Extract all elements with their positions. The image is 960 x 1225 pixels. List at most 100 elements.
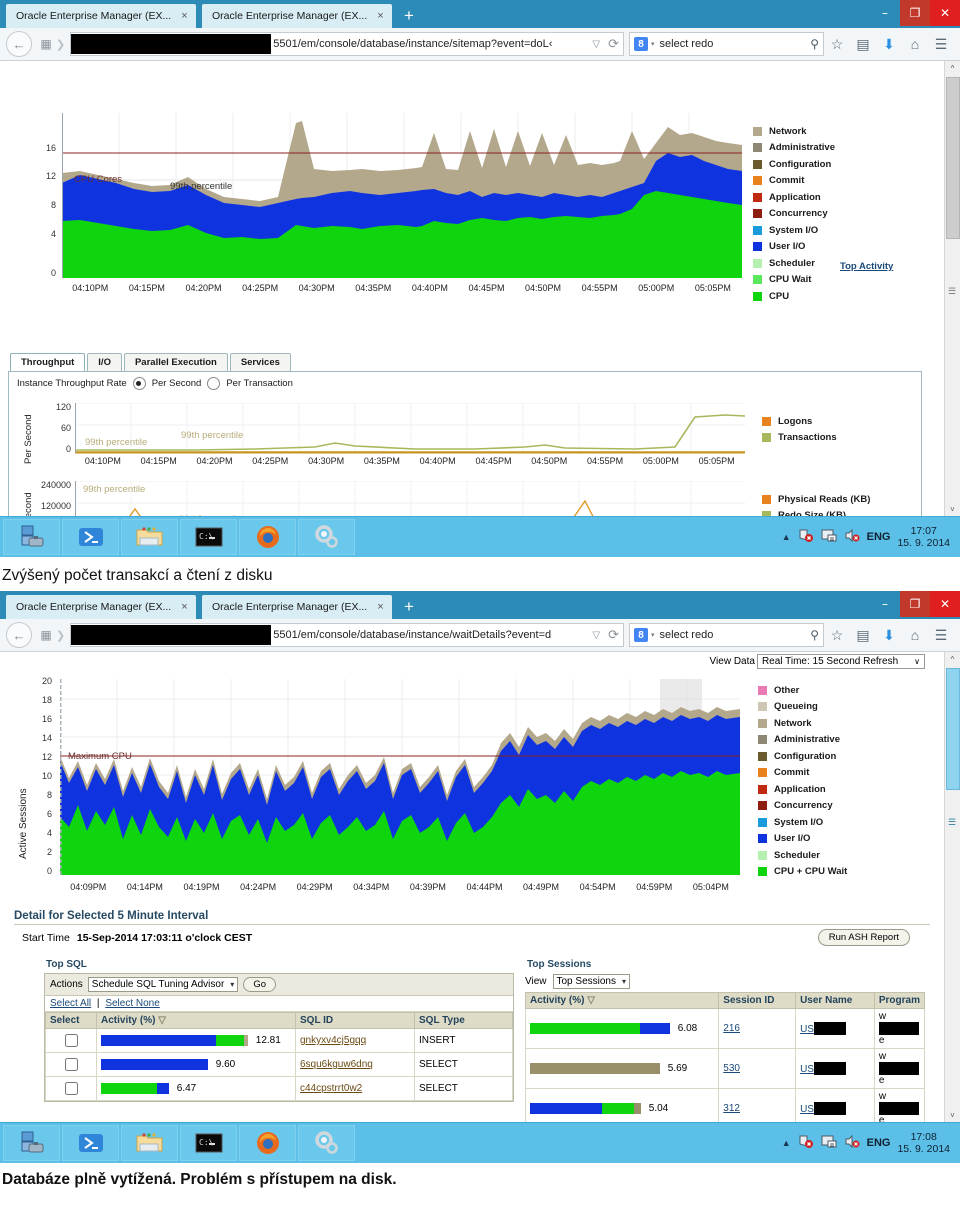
taskbar-clock[interactable]: 17:08 15. 9. 2014	[897, 1131, 950, 1155]
column-program[interactable]: Program	[873, 992, 926, 1009]
bookmark-star-icon[interactable]: ☆	[824, 36, 850, 53]
page-scrollbar-1[interactable]: ^ ☰ ˅	[944, 61, 960, 516]
language-indicator[interactable]: ENG	[867, 531, 891, 543]
search-icon[interactable]: ⚲	[810, 37, 819, 51]
scrollbar-thumb[interactable]	[946, 77, 960, 239]
back-button[interactable]: ←	[6, 622, 32, 648]
go-button[interactable]: Go	[243, 977, 276, 992]
download-icon[interactable]: ⬇	[876, 36, 902, 53]
firefox-icon[interactable]	[239, 519, 296, 555]
chevron-down-icon[interactable]: ▾	[651, 40, 655, 48]
view-select[interactable]: Top Sessions ▾	[552, 974, 630, 989]
actions-select[interactable]: Schedule SQL Tuning Advisor ▾	[87, 977, 239, 992]
reload-icon[interactable]: ⟳	[608, 36, 619, 52]
browser-tab-2[interactable]: Oracle Enterprise Manager (EX... ×	[202, 4, 392, 28]
volume-muted-icon[interactable]	[844, 528, 860, 546]
new-tab-button[interactable]: +	[404, 597, 414, 617]
close-window-button[interactable]: ✕	[930, 591, 960, 617]
column-activity[interactable]: Activity (%) ▽	[96, 1012, 296, 1029]
session-id-link[interactable]: 530	[723, 1063, 740, 1074]
browser-tab-2[interactable]: Oracle Enterprise Manager (EX... ×	[202, 595, 392, 619]
google-icon[interactable]: 8	[634, 37, 648, 51]
user-name-link[interactable]: US	[800, 1064, 814, 1075]
reload-icon[interactable]: ⟳	[608, 627, 619, 643]
minimize-button[interactable]: –	[870, 0, 900, 26]
site-identity-icon[interactable]: ▦	[36, 35, 56, 53]
library-icon[interactable]: ▤	[850, 627, 876, 644]
scroll-up-arrow[interactable]: ^	[945, 652, 960, 666]
tab-close-icon[interactable]: ×	[377, 10, 383, 22]
menu-icon[interactable]: ☰	[928, 627, 954, 644]
top-activity-link[interactable]: Top Activity	[840, 261, 893, 272]
user-name-link[interactable]: US	[800, 1104, 814, 1115]
select-none-link[interactable]: Select None	[105, 998, 159, 1009]
home-icon[interactable]: ⌂	[902, 36, 928, 52]
sql-id-link[interactable]: 6squ6kguw6dnq	[300, 1059, 373, 1070]
radio-per-second[interactable]	[132, 377, 146, 390]
browser-tab-1[interactable]: Oracle Enterprise Manager (EX... ×	[6, 595, 196, 619]
radio-per-transaction[interactable]	[207, 377, 221, 390]
command-prompt-icon[interactable]: C:\	[180, 519, 237, 555]
user-name-link[interactable]: US	[800, 1024, 814, 1035]
powershell-icon[interactable]	[62, 519, 119, 555]
search-input[interactable]: select redo	[660, 629, 811, 641]
search-icon[interactable]: ⚲	[810, 628, 819, 642]
chevron-down-icon[interactable]: ▽	[592, 39, 600, 50]
close-window-button[interactable]: ✕	[930, 0, 960, 26]
server-manager-icon[interactable]	[3, 1125, 60, 1161]
chevron-down-icon[interactable]: ▽	[592, 630, 600, 641]
google-icon[interactable]: 8	[634, 628, 648, 642]
page-scrollbar-2[interactable]: ^ ☰ ˅	[944, 652, 960, 1122]
server-manager-icon[interactable]	[3, 519, 60, 555]
download-icon[interactable]: ⬇	[876, 627, 902, 644]
network-error-icon[interactable]	[798, 1134, 814, 1152]
tab-close-icon[interactable]: ×	[377, 601, 383, 613]
volume-muted-icon[interactable]	[844, 1134, 860, 1152]
action-center-icon[interactable]	[821, 1134, 837, 1152]
sql-id-link[interactable]: gnkyxv4cj5gqq	[300, 1035, 366, 1046]
maximize-button[interactable]: ❐	[900, 0, 930, 26]
tray-expand-arrow[interactable]: ▲	[782, 532, 791, 542]
chevron-down-icon[interactable]: ▾	[651, 631, 655, 639]
command-prompt-icon[interactable]: C:\	[180, 1125, 237, 1161]
column-user-name[interactable]: User Name	[795, 992, 875, 1009]
row-checkbox[interactable]	[65, 1082, 78, 1095]
language-indicator[interactable]: ENG	[867, 1137, 891, 1149]
run-ash-report-button[interactable]: Run ASH Report	[817, 929, 910, 946]
search-input[interactable]: select redo	[660, 38, 811, 50]
back-button[interactable]: ←	[6, 31, 32, 57]
file-explorer-icon[interactable]	[121, 1125, 178, 1161]
column-sql-type[interactable]: SQL Type	[414, 1012, 513, 1029]
action-center-icon[interactable]	[821, 528, 837, 546]
column-sql-id[interactable]: SQL ID	[295, 1012, 415, 1029]
session-id-link[interactable]: 312	[723, 1103, 740, 1114]
session-id-link[interactable]: 216	[723, 1023, 740, 1034]
search-bar[interactable]: 8 ▾ select redo ⚲	[629, 32, 824, 56]
firefox-icon[interactable]	[239, 1125, 296, 1161]
sql-id-link[interactable]: c44cpstrrt0w2	[300, 1083, 362, 1094]
address-bar[interactable]: 5501/em/console/database/instance/sitema…	[70, 32, 624, 56]
scroll-down-arrow[interactable]: ˅	[945, 502, 960, 516]
browser-tab-1[interactable]: Oracle Enterprise Manager (EX... ×	[6, 4, 196, 28]
scrollbar-thumb[interactable]	[946, 668, 960, 790]
view-data-select[interactable]: Real Time: 15 Second Refresh ∨	[756, 654, 925, 669]
minimize-button[interactable]: –	[870, 591, 900, 617]
maximize-button[interactable]: ❐	[900, 591, 930, 617]
address-bar[interactable]: 5501/em/console/database/instance/waitDe…	[70, 623, 624, 647]
home-icon[interactable]: ⌂	[902, 627, 928, 643]
column-activity[interactable]: Activity (%) ▽	[524, 992, 720, 1009]
library-icon[interactable]: ▤	[850, 36, 876, 53]
scroll-up-arrow[interactable]: ^	[945, 61, 960, 75]
row-checkbox[interactable]	[65, 1058, 78, 1071]
search-bar[interactable]: 8 ▾ select redo ⚲	[629, 623, 824, 647]
new-tab-button[interactable]: +	[404, 6, 414, 26]
site-identity-icon[interactable]: ▦	[36, 626, 56, 644]
file-explorer-icon[interactable]	[121, 519, 178, 555]
bookmark-star-icon[interactable]: ☆	[824, 627, 850, 644]
tray-expand-arrow[interactable]: ▲	[782, 1138, 791, 1148]
tab-throughput[interactable]: Throughput	[10, 353, 86, 371]
settings-icon[interactable]	[298, 519, 355, 555]
tab-close-icon[interactable]: ×	[181, 10, 187, 22]
taskbar-clock[interactable]: 17:07 15. 9. 2014	[897, 525, 950, 549]
column-session-id[interactable]: Session ID	[718, 992, 797, 1009]
